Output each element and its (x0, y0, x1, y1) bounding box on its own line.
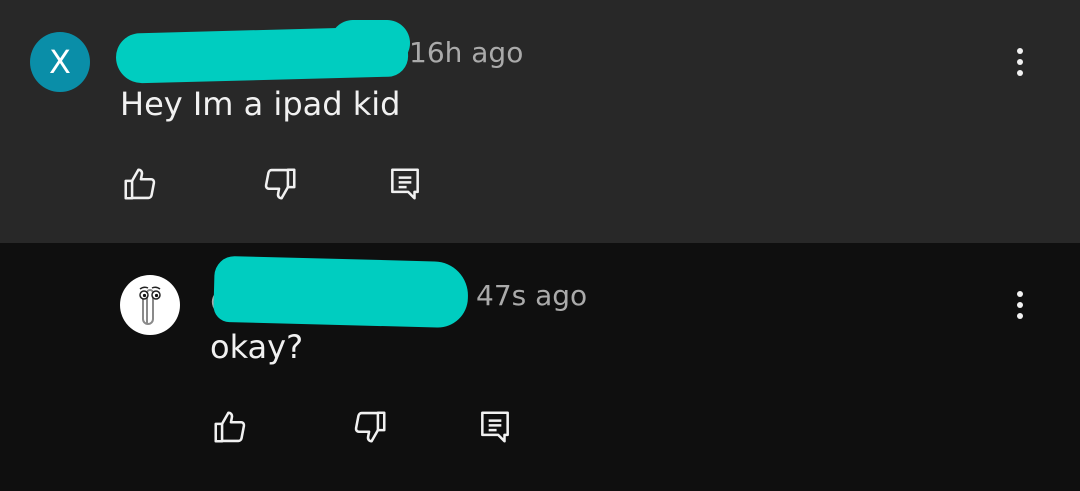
comment-text: Hey Im a ipad kid (120, 85, 401, 123)
redacted-username-stroke (330, 20, 410, 66)
reply-button[interactable] (383, 162, 427, 206)
like-button[interactable] (118, 162, 162, 206)
comment-timestamp: 16h ago (409, 36, 524, 69)
author-avatar[interactable]: X (30, 32, 90, 92)
reply-button[interactable] (473, 405, 517, 449)
avatar-letter: X (49, 43, 71, 81)
comment-text: okay? (210, 328, 304, 366)
reply-icon (391, 168, 419, 200)
comment: X 16h ago Hey Im a ipad kid (0, 0, 1080, 243)
author-avatar[interactable] (120, 275, 180, 335)
paperclip-avatar-icon (139, 286, 161, 325)
like-icon (124, 168, 156, 200)
dislike-icon (264, 168, 296, 200)
more-vert-icon[interactable] (1005, 42, 1035, 82)
like-button[interactable] (208, 405, 252, 449)
dislike-button[interactable] (258, 162, 302, 206)
dislike-button[interactable] (348, 405, 392, 449)
comment-timestamp: 47s ago (476, 279, 588, 312)
reply-icon (481, 411, 509, 443)
comment-reply: @ 47s ago okay? (0, 243, 1080, 491)
more-vert-icon[interactable] (1005, 285, 1035, 325)
redacted-username (213, 255, 469, 329)
like-icon (214, 411, 246, 443)
dislike-icon (354, 411, 386, 443)
